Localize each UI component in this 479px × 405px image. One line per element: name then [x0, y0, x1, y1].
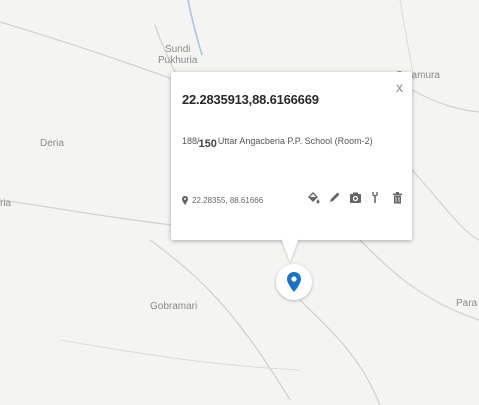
camera-icon[interactable]	[349, 190, 362, 204]
map-pin-icon	[287, 272, 301, 292]
paint-bucket-icon[interactable]	[307, 190, 320, 204]
map-canvas[interactable]: Sundi Pukhuria Saramura Deria ria Gobram…	[0, 0, 479, 405]
coordinates-text: 22.28355, 88.61666	[192, 196, 264, 205]
popup-pointer	[281, 238, 299, 262]
place-label: Deria	[40, 138, 64, 149]
popup-title: 22.2835913,88.6166669	[182, 92, 319, 107]
address-prefix: 188/	[182, 136, 200, 146]
place-label: Gobramari	[150, 301, 198, 312]
wrench-icon[interactable]	[370, 190, 383, 204]
pencil-icon[interactable]	[328, 190, 341, 204]
place-label: Sundi Pukhuria	[158, 44, 198, 66]
location-pin-icon	[182, 196, 188, 205]
address-text: 188/150Uttar Angacberia P.P. School (Roo…	[182, 135, 373, 150]
place-label: Para	[456, 298, 478, 309]
address-body: Uttar Angacberia P.P. School (Room-2)	[217, 136, 373, 146]
close-button[interactable]: x	[396, 80, 403, 94]
popup-toolbar	[307, 190, 404, 204]
address-badge: 150	[198, 138, 217, 150]
location-info-popup: 22.2835913,88.6166669 x 188/150Uttar Ang…	[171, 72, 412, 240]
location-marker[interactable]	[276, 264, 312, 300]
place-label: ria	[0, 198, 12, 209]
trash-icon[interactable]	[391, 190, 404, 204]
coordinates-row: 22.28355, 88.61666	[182, 196, 263, 205]
